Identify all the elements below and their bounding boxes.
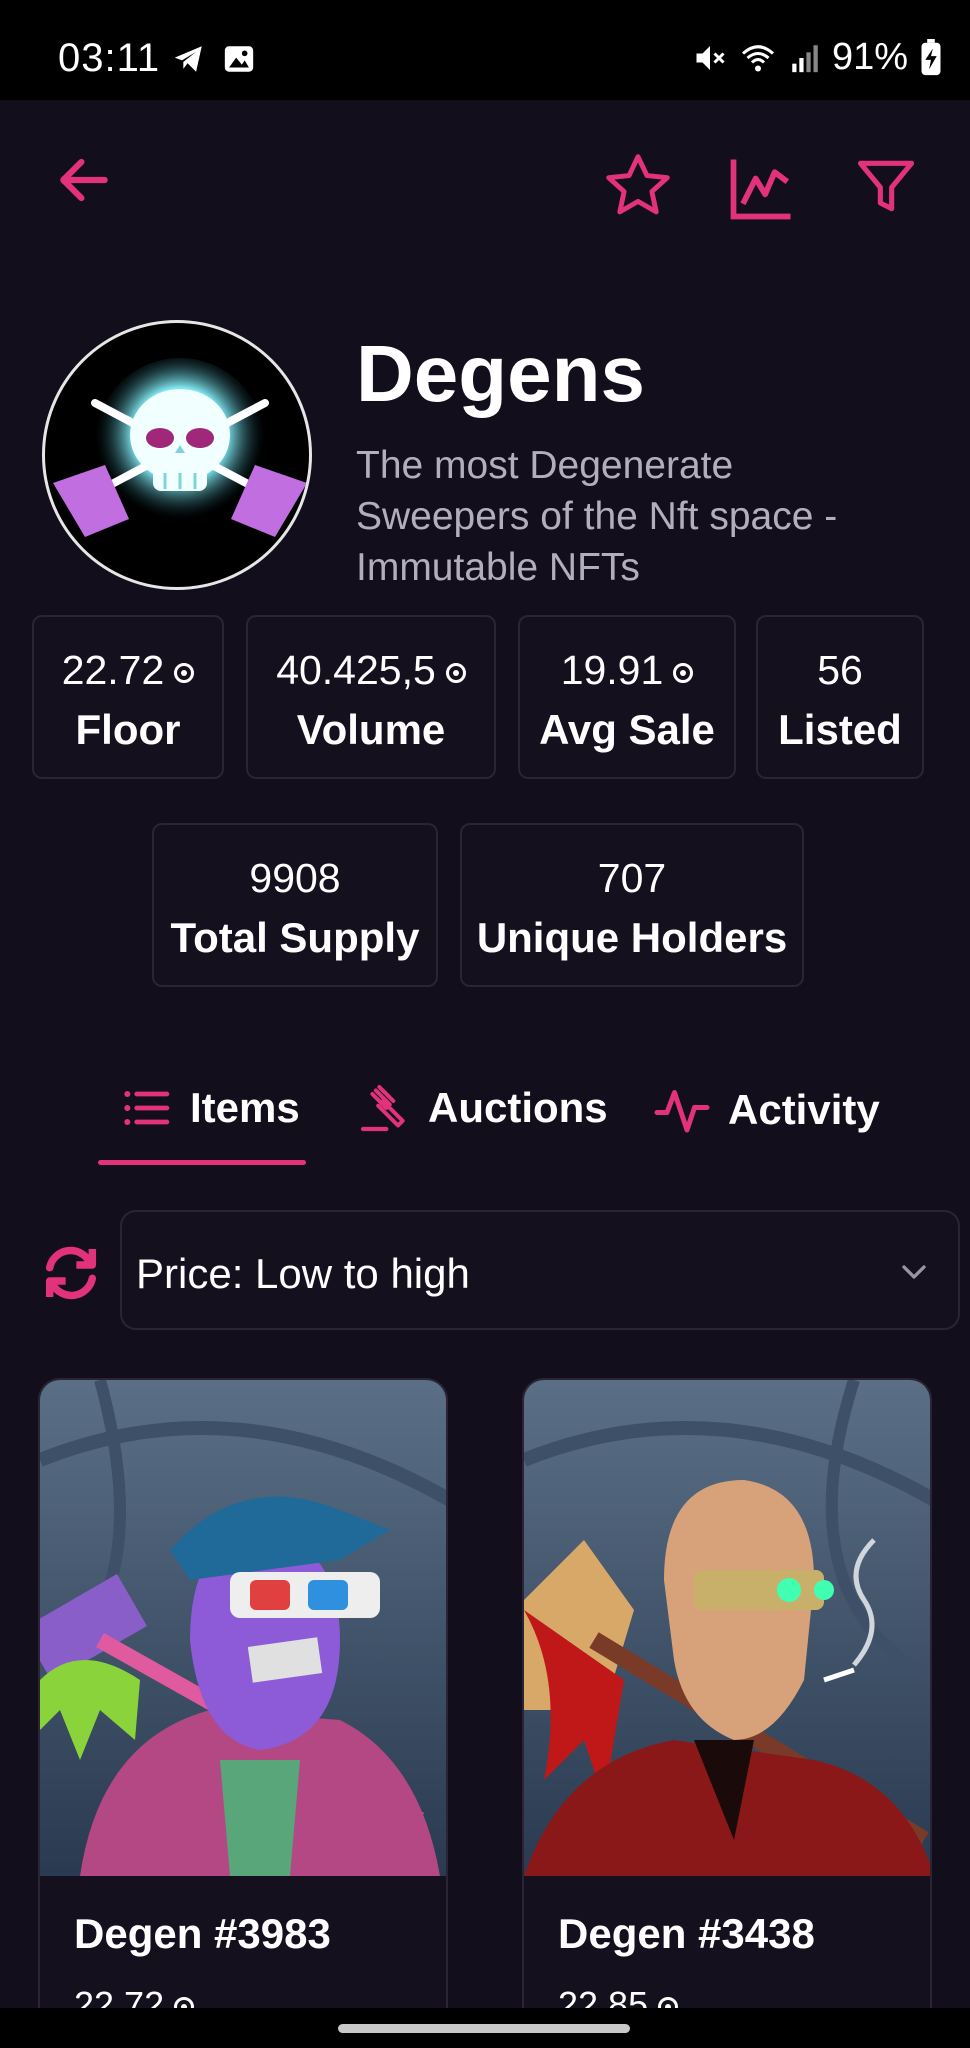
gavel-icon — [360, 1085, 405, 1132]
stat-floor-value: 22.72 — [61, 647, 165, 693]
battery-percent: 91% — [831, 36, 908, 78]
chart-icon — [730, 159, 791, 220]
nft-name: Degen #3983 — [74, 1910, 331, 1957]
stat-total-supply-value: 9908 — [249, 855, 341, 901]
stat-total-supply: 9908 Total Supply — [152, 823, 438, 987]
tab-activity-label: Activity — [728, 1086, 880, 1133]
nft-image — [524, 1380, 930, 1876]
stat-total-supply-label: Total Supply — [170, 914, 420, 961]
filter-button[interactable] — [846, 146, 926, 226]
stat-volume-value: 40.425,5 — [276, 647, 436, 693]
stat-unique-holders: 707 Unique Holders — [460, 823, 804, 987]
tab-auctions[interactable]: Auctions — [356, 1080, 608, 1136]
status-notification-icons — [172, 42, 256, 76]
sort-select[interactable]: Price: Low to high — [120, 1210, 960, 1330]
list-icon — [124, 1090, 170, 1126]
nft-card[interactable]: Degen #3438 22.85 — [522, 1378, 932, 2048]
degen-3983-artwork — [40, 1380, 446, 1876]
skull-brooms-logo — [53, 358, 307, 537]
tab-items-label: Items — [190, 1084, 300, 1131]
mute-icon — [696, 45, 725, 70]
gallery-icon — [224, 46, 254, 72]
chevron-down-icon — [902, 1265, 926, 1279]
stat-volume-label: Volume — [296, 706, 446, 753]
back-button[interactable] — [44, 140, 124, 220]
stat-floor: 22.72 Floor — [32, 615, 224, 779]
filter-icon — [857, 160, 915, 212]
tab-items[interactable]: Items — [118, 1080, 300, 1136]
battery-charging-icon — [921, 38, 941, 75]
stat-avg-sale-label: Avg Sale — [539, 706, 715, 753]
stat-volume: 40.425,5 Volume — [246, 615, 496, 779]
stat-avg-sale: 19.91 Avg Sale — [518, 615, 736, 779]
star-icon — [606, 154, 670, 215]
collection-avatar — [42, 320, 312, 590]
active-tab-indicator — [98, 1160, 306, 1165]
stat-listed-label: Listed — [778, 706, 902, 753]
nft-card[interactable]: Degen #3983 22.72 — [38, 1378, 448, 2048]
collection-tabs: Items Auctions Activity — [0, 1060, 970, 1170]
activity-icon — [654, 1090, 710, 1133]
status-right-group: 91% — [692, 36, 944, 79]
collection-header: Degens The most Degenerate Sweepers of t… — [0, 300, 970, 600]
refresh-button[interactable] — [38, 1240, 104, 1306]
tab-auctions-label: Auctions — [428, 1084, 608, 1131]
refresh-icon — [45, 1246, 97, 1300]
sort-bar: Price: Low to high — [0, 1210, 970, 1330]
nft-name: Degen #3438 — [558, 1910, 815, 1957]
stat-listed: 56 Listed — [756, 615, 924, 779]
back-arrow-icon — [60, 158, 108, 202]
degen-3438-artwork — [524, 1380, 930, 1876]
favorite-button[interactable] — [598, 146, 678, 226]
wifi-icon — [741, 44, 774, 71]
nft-image — [40, 1380, 446, 1876]
status-bar: 03:11 91% — [0, 0, 970, 100]
collection-title: Degens — [356, 329, 645, 418]
telegram-icon — [174, 46, 202, 72]
stat-avg-sale-value: 19.91 — [560, 647, 664, 693]
collection-description: The most Degenerate Sweepers of the Nft … — [356, 444, 838, 589]
sol-currency-icon — [673, 662, 694, 683]
stats-chart-button[interactable] — [720, 146, 804, 230]
signal-icon — [792, 44, 818, 72]
stat-unique-holders-label: Unique Holders — [476, 914, 788, 961]
sol-currency-icon — [174, 662, 195, 683]
home-gesture-handle[interactable] — [338, 2024, 630, 2033]
app-bar — [0, 100, 970, 280]
stat-unique-holders-value: 707 — [597, 855, 667, 901]
tab-activity[interactable]: Activity — [652, 1080, 880, 1140]
sort-selected-value: Price: Low to high — [136, 1250, 470, 1297]
system-nav-bar — [0, 2008, 970, 2048]
stat-floor-label: Floor — [75, 706, 181, 753]
sol-currency-icon — [445, 662, 466, 683]
status-time: 03:11 — [58, 36, 161, 80]
stat-listed-value: 56 — [817, 647, 863, 693]
